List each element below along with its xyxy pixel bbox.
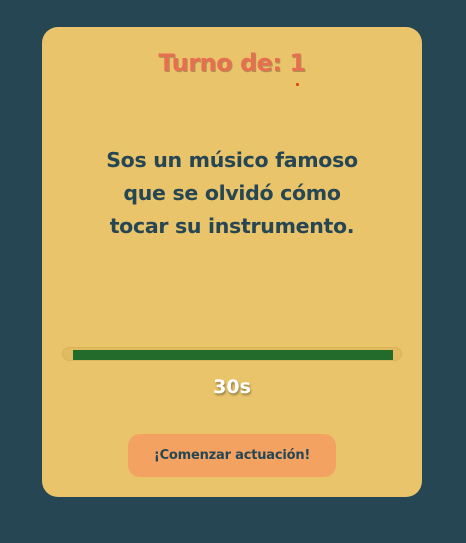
timer-progress-bar <box>62 347 402 361</box>
timer-progress-fill <box>73 350 393 360</box>
decorative-dot <box>296 83 299 86</box>
turn-title: Turno de: 1 <box>158 49 306 77</box>
game-card: Turno de: 1 Sos un músico famoso que se … <box>42 27 422 497</box>
start-performance-button[interactable]: ¡Comenzar actuación! <box>128 434 336 477</box>
acting-prompt: Sos un músico famoso que se olvidó cómo … <box>106 148 358 238</box>
timer-label: 30s <box>213 376 251 398</box>
